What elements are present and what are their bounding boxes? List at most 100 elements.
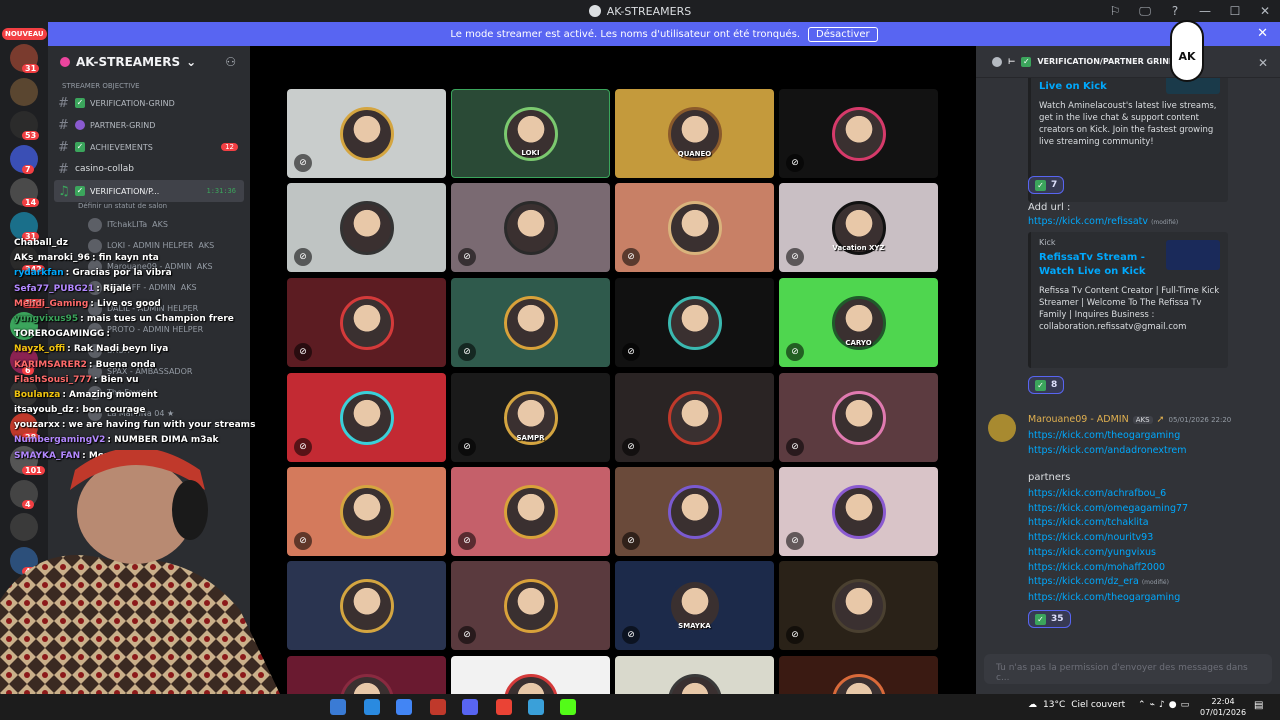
channel-verification-grind[interactable]: # ✓ VERIFICATION-GRIND <box>48 92 250 114</box>
taskbar-app-icon[interactable] <box>496 699 512 715</box>
participant-tile[interactable]: ⊘ <box>451 183 610 272</box>
participant-tile[interactable]: ⊘ <box>451 561 610 650</box>
link-text[interactable]: https://kick.com/achrafbou_6 <box>1028 488 1166 499</box>
reaction-check[interactable]: ✓ 7 <box>1028 176 1065 194</box>
participant-tile[interactable] <box>287 656 446 694</box>
link-text[interactable]: https://kick.com/omegagaming77 <box>1028 503 1188 514</box>
volume-icon[interactable]: ♪ <box>1159 700 1169 710</box>
participant-tile[interactable]: Vacation XYZ ⊘ <box>779 183 938 272</box>
participant-tile[interactable]: LOKI <box>451 89 610 178</box>
participant-tile[interactable] <box>779 656 938 694</box>
overlay-chat-user: yungvixus95 <box>14 313 79 324</box>
participant-tile[interactable]: ⊘ <box>451 278 610 367</box>
help-icon[interactable]: ? <box>1160 4 1190 18</box>
participant-tile[interactable]: ⊘ <box>779 467 938 556</box>
minimize-button[interactable]: — <box>1190 4 1220 18</box>
embed-thumbnail[interactable] <box>1166 240 1220 270</box>
inbox-icon[interactable]: ⚐ <box>1100 4 1130 18</box>
reaction-check[interactable]: ✓ 35 <box>1028 610 1071 628</box>
participant-tile[interactable]: ⊘ <box>287 89 446 178</box>
close-chat-icon[interactable]: ✕ <box>1258 56 1268 70</box>
taskbar-app-icon[interactable] <box>330 699 346 715</box>
channel-partner-grind[interactable]: # PARTNER-GRIND <box>48 114 250 136</box>
server-icon[interactable] <box>10 77 38 106</box>
message-link[interactable]: https://kick.com/yungvixus <box>1028 547 1156 558</box>
server-header[interactable]: AK-STREAMERS ⌄ ⚇ <box>48 46 250 78</box>
message-link[interactable]: https://kick.com/andadronextrem <box>1028 445 1187 456</box>
link-text[interactable]: https://kick.com/tchaklita <box>1028 517 1149 528</box>
participant-tile[interactable]: ⊘ <box>287 467 446 556</box>
battery-icon[interactable]: ▭ <box>1181 700 1194 710</box>
avatar <box>339 295 394 350</box>
link-text[interactable]: https://kick.com/refissatv <box>1028 216 1148 227</box>
close-window-button[interactable]: ✕ <box>1250 4 1280 18</box>
message-input[interactable]: Tu n'as pas la permission d'envoyer des … <box>984 654 1272 684</box>
tile-label: QUANEO <box>677 150 712 158</box>
taskbar-app-icon[interactable] <box>462 699 478 715</box>
channel-status-prompt[interactable]: Définir un statut de salon <box>48 202 250 214</box>
disable-streamer-mode-button[interactable]: Désactiver <box>808 26 878 42</box>
voice-user[interactable]: ITchakLITa AKS <box>48 214 250 235</box>
hash-icon: # <box>58 139 69 155</box>
participant-tile[interactable]: ⊘ <box>615 467 774 556</box>
message-link[interactable]: https://kick.com/achrafbou_6 <box>1028 488 1166 499</box>
participant-tile[interactable] <box>287 561 446 650</box>
participant-tile[interactable]: ⊘ <box>779 373 938 462</box>
taskbar-app-icon[interactable] <box>396 699 412 715</box>
message-timestamp: 05/01/2026 22:20 <box>1168 415 1232 424</box>
participant-tile[interactable] <box>615 656 774 694</box>
message-link[interactable]: https://kick.com/refissatv (modifié) <box>1028 216 1178 227</box>
link-text[interactable]: https://kick.com/mohaff2000 <box>1028 562 1165 573</box>
participant-tile[interactable] <box>451 656 610 694</box>
participant-tile[interactable]: ⊘ <box>779 561 938 650</box>
chevron-up-icon[interactable]: ⌃ <box>1138 700 1150 710</box>
message-link[interactable]: https://kick.com/mohaff2000 <box>1028 562 1165 573</box>
participant-tile[interactable]: ⊘ <box>615 183 774 272</box>
voice-channel-verification-partner[interactable]: ♫ ✓ VERIFICATION/P... 1:31:36 <box>54 180 244 202</box>
embed-title-link[interactable]: Live on Kick <box>1039 80 1179 94</box>
avatar[interactable] <box>988 414 1016 442</box>
channel-achievements[interactable]: # ✓ ACHIEVEMENTS 12 <box>48 136 250 158</box>
system-tray[interactable]: ⌃⌁♪●▭ <box>1138 700 1193 710</box>
link-text[interactable]: https://kick.com/yungvixus <box>1028 547 1156 558</box>
participant-tile[interactable]: ⊘ <box>451 467 610 556</box>
unread-badge: 53 <box>22 131 40 140</box>
embed-title-link[interactable]: RefissaTv Stream - Watch Live on Kick <box>1039 251 1179 279</box>
participant-tile[interactable]: ⊘ <box>615 278 774 367</box>
message-link[interactable]: https://kick.com/dz_era (modifié) <box>1028 576 1169 587</box>
message-link[interactable]: https://kick.com/theogargaming <box>1028 592 1180 603</box>
participant-tile[interactable]: CARYO ⊘ <box>779 278 938 367</box>
message-text: partners <box>1028 472 1071 483</box>
category-header[interactable]: STREAMER OBJECTIVE <box>48 78 250 92</box>
participant-tile[interactable]: QUANEO <box>615 89 774 178</box>
wifi-icon[interactable]: ⌁ <box>1150 700 1159 710</box>
message-author[interactable]: Marouane09 - ADMIN AKS ➚ 05/01/2026 22:2… <box>1028 414 1231 425</box>
message-link[interactable]: https://kick.com/nouritv93 <box>1028 532 1153 543</box>
taskbar-app-icon[interactable] <box>430 699 446 715</box>
screen-icon[interactable]: 🖵 <box>1130 4 1160 19</box>
banner-close-icon[interactable]: ✕ <box>1257 26 1268 41</box>
taskbar-app-icon[interactable] <box>364 699 380 715</box>
add-member-icon[interactable]: ⚇ <box>225 55 236 69</box>
notification-icon[interactable]: ▤ <box>1254 700 1263 711</box>
author-name[interactable]: Marouane09 - ADMIN <box>1028 414 1129 425</box>
taskbar-app-icon[interactable] <box>528 699 544 715</box>
weather-widget[interactable]: ☁ 13°C Ciel couvert <box>1028 700 1125 710</box>
message-link[interactable]: https://kick.com/omegagaming77 <box>1028 503 1188 514</box>
clock[interactable]: 22:04 07/01/2026 <box>1200 696 1246 718</box>
participant-tile[interactable]: SAMPR ⊘ <box>451 373 610 462</box>
muted-mic-icon: ⊘ <box>786 248 804 266</box>
participant-tile[interactable]: ⊘ <box>779 89 938 178</box>
message-link[interactable]: https://kick.com/theogargaming <box>1028 430 1180 441</box>
participant-tile[interactable]: SMAYKA ⊘ <box>615 561 774 650</box>
link-text[interactable]: https://kick.com/nouritv93 <box>1028 532 1153 543</box>
link-text[interactable]: https://kick.com/dz_era <box>1028 576 1139 587</box>
message-link[interactable]: https://kick.com/tchaklita <box>1028 517 1149 528</box>
taskbar-app-icon[interactable] <box>560 699 576 715</box>
mic-icon[interactable]: ● <box>1169 700 1181 710</box>
reaction-check[interactable]: ✓ 8 <box>1028 376 1065 394</box>
link-text[interactable]: https://kick.com/theogargaming <box>1028 592 1180 603</box>
channel-casino-collab[interactable]: # casino-collab <box>48 158 250 180</box>
maximize-button[interactable]: ☐ <box>1220 4 1250 18</box>
participant-tile[interactable]: ⊘ <box>615 373 774 462</box>
